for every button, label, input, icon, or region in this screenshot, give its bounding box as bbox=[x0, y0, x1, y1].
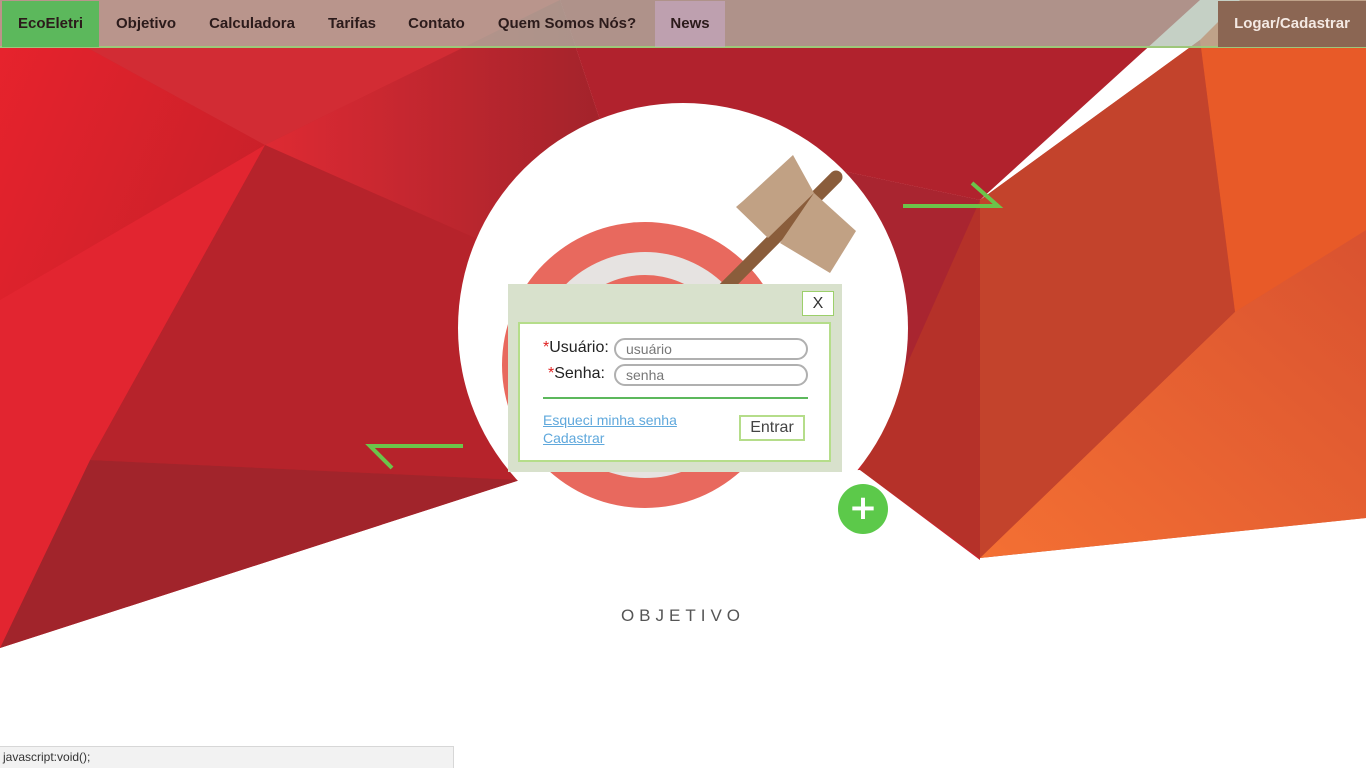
login-form: *Usuário: *Senha: Esqueci minha senha Ca… bbox=[518, 322, 831, 462]
browser-status-bar: javascript:void(); bbox=[0, 746, 454, 768]
username-label-text: Usuário: bbox=[549, 339, 609, 356]
login-register-button[interactable]: Logar/Cadastrar bbox=[1218, 1, 1366, 47]
password-input[interactable] bbox=[614, 364, 808, 386]
close-button[interactable]: X bbox=[802, 291, 834, 316]
nav-item-contato[interactable]: Contato bbox=[393, 1, 480, 47]
register-link[interactable]: Cadastrar bbox=[543, 430, 604, 446]
nav-item-objetivo[interactable]: Objetivo bbox=[100, 1, 192, 47]
nav-item-tarifas[interactable]: Tarifas bbox=[312, 1, 392, 47]
plus-icon[interactable]: + bbox=[838, 484, 888, 534]
nav-item-quem-somos[interactable]: Quem Somos Nós? bbox=[481, 1, 653, 47]
top-navbar: EcoEletri Objetivo Calculadora Tarifas C… bbox=[0, 0, 1366, 48]
username-input[interactable] bbox=[614, 338, 808, 360]
form-divider bbox=[543, 397, 808, 399]
username-label: *Usuário: bbox=[543, 339, 609, 357]
login-modal: X *Usuário: *Senha: Esqueci minha senha … bbox=[508, 284, 842, 472]
nav-brand[interactable]: EcoEletri bbox=[2, 1, 99, 47]
arrow-left-icon bbox=[365, 444, 463, 470]
nav-item-calculadora[interactable]: Calculadora bbox=[193, 1, 311, 47]
password-label-text: Senha: bbox=[554, 365, 605, 382]
login-submit-button[interactable]: Entrar bbox=[739, 415, 805, 441]
section-title: OBJETIVO bbox=[620, 606, 746, 625]
arrow-right-icon bbox=[903, 181, 1004, 208]
forgot-password-link[interactable]: Esqueci minha senha bbox=[543, 412, 677, 428]
nav-item-news[interactable]: News bbox=[655, 1, 725, 47]
page: EcoEletri Objetivo Calculadora Tarifas C… bbox=[0, 0, 1366, 768]
password-label: *Senha: bbox=[548, 365, 605, 383]
